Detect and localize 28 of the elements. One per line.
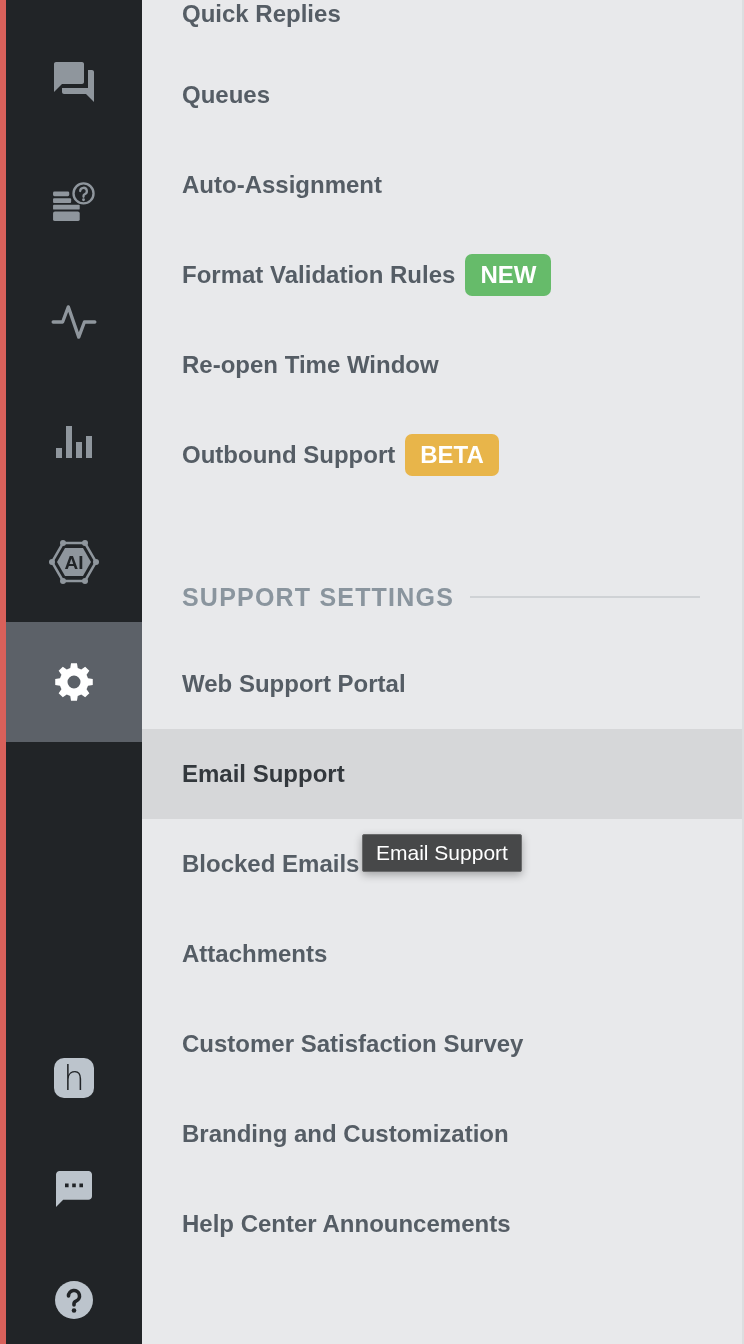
- menu-item[interactable]: Blocked Emails: [182, 819, 364, 909]
- menu-item[interactable]: Help Center Announcements: [182, 1179, 515, 1269]
- chat-bubbles-icon: [53, 62, 95, 102]
- menu-item[interactable]: Customer Satisfaction Survey: [182, 999, 528, 1089]
- tooltip: Email Support: [362, 834, 522, 872]
- pulse-line-icon: [51, 304, 97, 340]
- menu-item[interactable]: Branding and Customization: [182, 1089, 513, 1179]
- menu-item[interactable]: Auto-Assignment: [182, 140, 386, 230]
- menu-item[interactable]: Attachments: [182, 909, 332, 999]
- menu-item[interactable]: Quick Replies: [182, 0, 345, 50]
- menu-item[interactable]: Queues: [182, 50, 275, 140]
- app-logo[interactable]: h: [54, 1058, 94, 1098]
- document-question-icon: [53, 182, 95, 222]
- menu-item[interactable]: Email Support: [142, 729, 742, 819]
- nav-button[interactable]: AI: [6, 502, 142, 622]
- settings-icon: [55, 663, 93, 701]
- status-badge: BETA: [405, 434, 499, 476]
- menu-item[interactable]: Re-open Time Window: [182, 320, 443, 410]
- menu-item[interactable]: Outbound Support BETA: [182, 410, 503, 500]
- bar-chart-icon: [56, 426, 92, 458]
- section-heading: SUPPORT SETTINGS: [182, 582, 454, 612]
- help-icon[interactable]: [55, 1281, 93, 1319]
- ai-network-icon: AI: [49, 540, 99, 584]
- nav-button[interactable]: [6, 622, 142, 742]
- status-badge: NEW: [465, 254, 552, 296]
- menu-item[interactable]: Web Support Portal: [182, 639, 410, 729]
- chat-dots-icon[interactable]: [56, 1171, 92, 1207]
- menu-item[interactable]: Format Validation Rules NEW: [182, 230, 556, 320]
